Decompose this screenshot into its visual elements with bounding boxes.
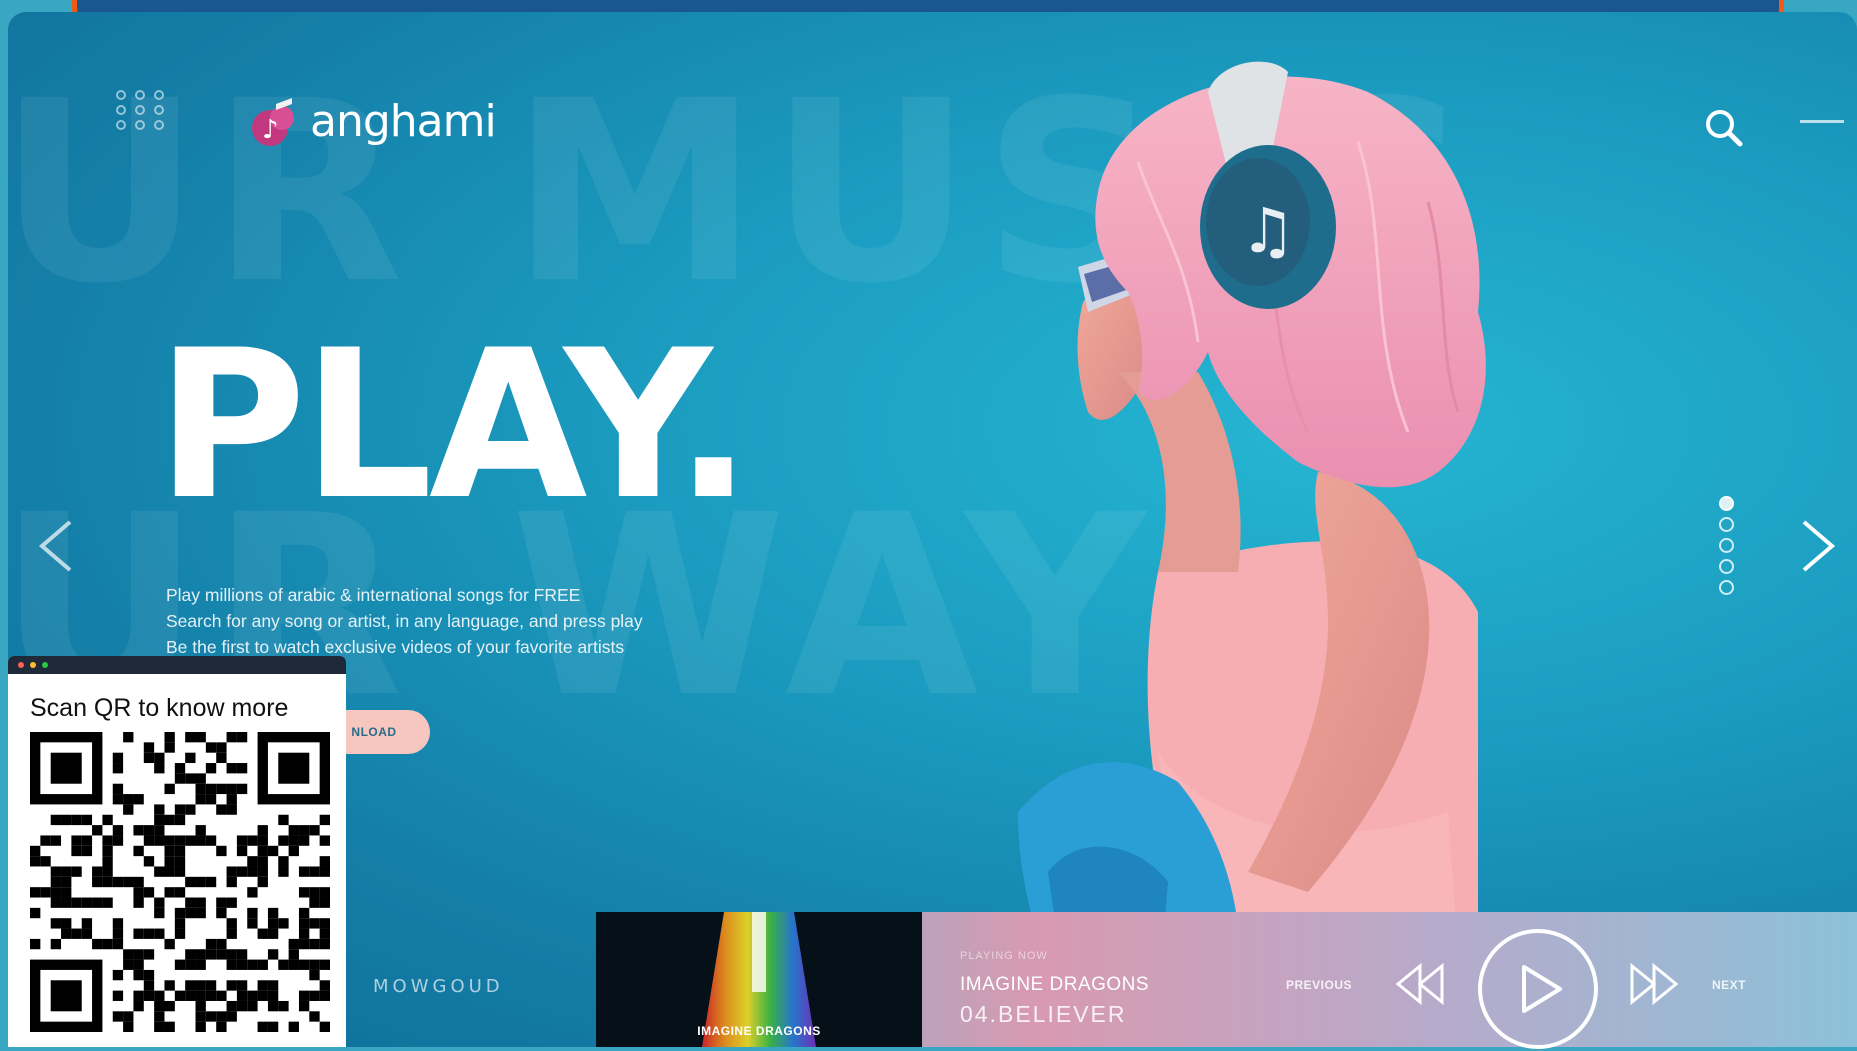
search-icon[interactable] <box>1704 108 1744 148</box>
chevron-left-icon[interactable] <box>36 518 76 574</box>
dots-grid-icon[interactable] <box>116 90 168 130</box>
qr-code[interactable] <box>30 732 330 1032</box>
slide-dot[interactable] <box>1719 580 1734 595</box>
previous-label[interactable]: PREVIOUS <box>1286 978 1352 992</box>
song-artist: IMAGINE DRAGONS <box>960 974 1150 995</box>
anghami-logo[interactable]: ♪ anghami <box>246 94 497 148</box>
hero-woman-image: ♫ <box>1018 61 1486 1012</box>
album-art[interactable]: IMAGINE DRAGONS <box>596 912 922 1047</box>
hero-headline: PLAY. <box>156 307 752 545</box>
menu-icon[interactable] <box>1800 120 1844 123</box>
svg-text:♫: ♫ <box>1240 194 1296 267</box>
chevron-right-icon[interactable] <box>1798 518 1838 574</box>
next-label[interactable]: NEXT <box>1712 978 1746 992</box>
hero-description: Play millions of arabic & international … <box>166 582 643 660</box>
hero-line-1: Play millions of arabic & international … <box>166 585 581 605</box>
slide-indicator <box>1719 496 1734 595</box>
qr-window-bar <box>8 656 346 674</box>
play-button[interactable] <box>1476 927 1600 1051</box>
qr-panel: Scan QR to know more <box>8 656 346 1047</box>
qr-title: Scan QR to know more <box>30 694 289 722</box>
now-playing-label: PLAYING NOW <box>960 950 1048 962</box>
anghami-logo-icon: ♪ <box>252 98 294 146</box>
slide-dot[interactable] <box>1719 517 1734 532</box>
song-title: 04.BELIEVER <box>960 1001 1127 1027</box>
album-caption: IMAGINE DRAGONS <box>697 1024 821 1038</box>
slide-dot[interactable] <box>1719 496 1734 511</box>
slide-dot[interactable] <box>1719 538 1734 553</box>
previous-artist-label: MOWGOUD <box>373 976 504 997</box>
slide-dot[interactable] <box>1719 559 1734 574</box>
music-player: IMAGINE DRAGONS PLAYING NOW IMAGINE DRAG… <box>596 912 1857 1049</box>
hero-line-2: Search for any song or artist, in any la… <box>166 611 643 631</box>
logo-text: anghami <box>310 95 497 147</box>
svg-text:♪: ♪ <box>262 115 279 145</box>
fast-forward-icon[interactable] <box>1626 962 1682 1006</box>
rewind-icon[interactable] <box>1392 962 1448 1006</box>
